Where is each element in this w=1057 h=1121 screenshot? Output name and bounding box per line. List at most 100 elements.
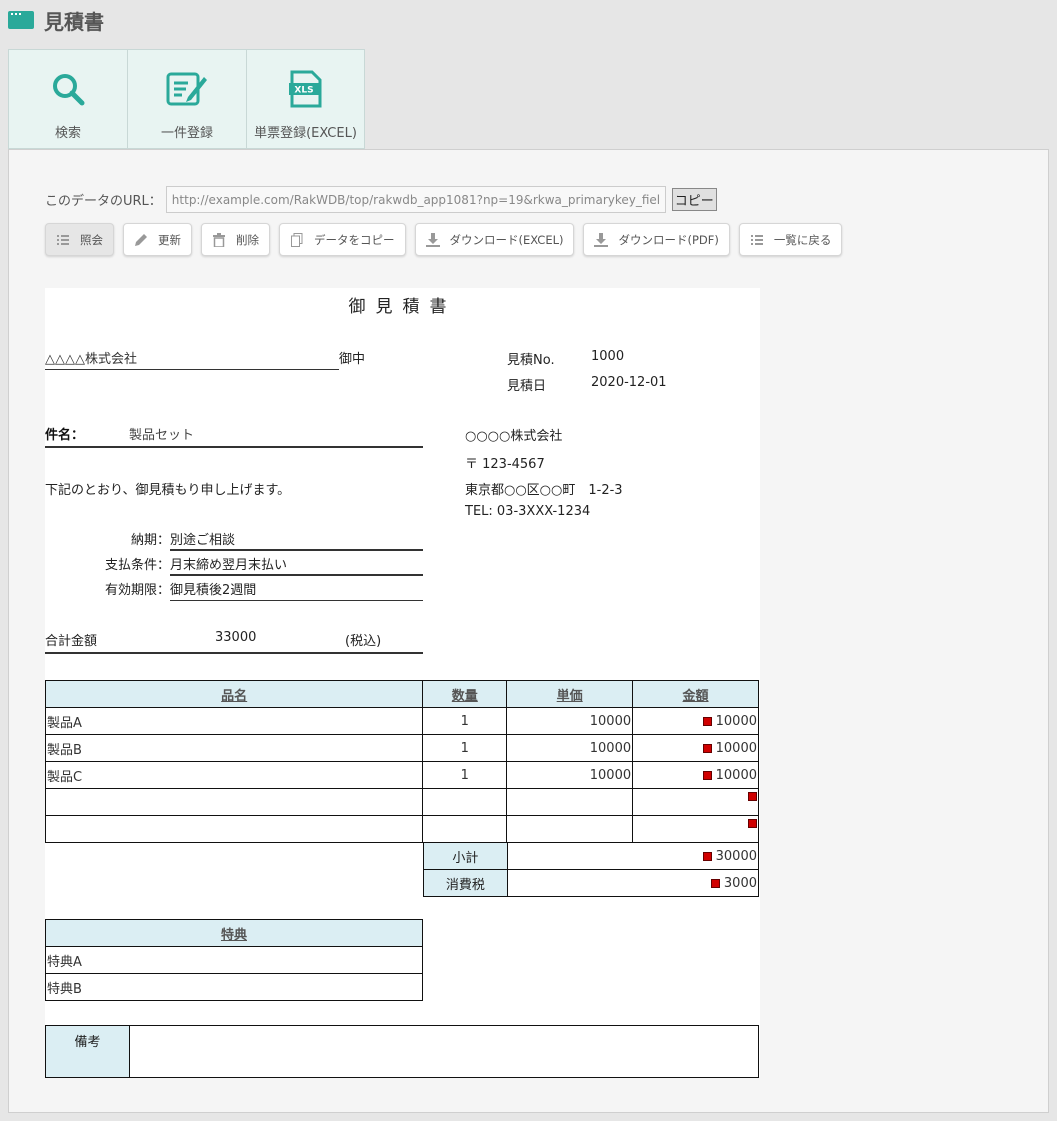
copy-url-button[interactable]: コピー — [671, 188, 717, 211]
item-amount: 10000 — [715, 767, 757, 783]
table-row — [44, 788, 759, 816]
subtotal-cell: 30000 — [506, 842, 760, 870]
trash-icon — [212, 232, 226, 247]
copy-data-button[interactable]: データをコピー — [279, 223, 406, 256]
url-row: このデータのURL： コピー — [45, 186, 717, 213]
intro-text: 下記のとおり、御見積もり申し上げます。 — [45, 483, 291, 498]
table-row: 製品B 1 10000 10000 — [44, 734, 759, 762]
button-label: 削除 — [236, 232, 259, 247]
table-header-row: 特典 — [45, 919, 423, 947]
item-amount-cell: 10000 — [632, 734, 759, 762]
subject-value: 製品セット — [129, 428, 195, 443]
subtotal-label: 小計 — [423, 842, 508, 870]
item-name: 製品C — [44, 761, 424, 789]
quote-no-label: 見積No. — [507, 353, 555, 368]
item-amount: 10000 — [715, 740, 757, 756]
item-qty: 1 — [422, 707, 508, 735]
total-row: 合計金額 33000 (税込) — [45, 630, 423, 654]
svg-text:XLS: XLS — [294, 86, 313, 96]
table-row: 製品A 1 10000 10000 — [44, 707, 759, 735]
bonus-item: 特典A — [45, 946, 423, 974]
remarks-row: 備考 — [45, 1025, 760, 1078]
url-label: このデータのURL： — [45, 194, 162, 209]
formula-marker-icon — [710, 878, 720, 888]
button-label: ダウンロード(EXCEL) — [449, 232, 564, 247]
download-pdf-button[interactable]: ダウンロード(PDF) — [583, 223, 730, 256]
update-button[interactable]: 更新 — [123, 223, 192, 256]
item-name: 製品A — [44, 707, 424, 735]
item-amount-cell: 10000 — [632, 707, 759, 735]
item-qty: 1 — [422, 734, 508, 762]
formula-marker-icon — [748, 819, 757, 828]
search-icon — [51, 70, 85, 108]
item-name: 製品B — [44, 734, 424, 762]
window-icon — [8, 11, 34, 29]
formula-marker-icon — [702, 770, 712, 780]
item-qty: 1 — [422, 761, 508, 789]
tax-label: 消費税 — [423, 869, 508, 897]
customer-name: △△△△株式会社 — [45, 348, 339, 370]
tab-label: 単票登録(EXCEL) — [254, 126, 357, 141]
formula-marker-icon — [748, 792, 757, 801]
term-label: 支払条件： — [104, 558, 170, 573]
item-price — [506, 788, 634, 816]
page-title: 見積書 — [44, 9, 104, 34]
url-field[interactable] — [165, 186, 666, 213]
quote-no: 1000 — [591, 349, 625, 364]
button-label: 一覧に戻る — [773, 232, 832, 247]
item-amount-cell: 10000 — [632, 761, 759, 789]
back-to-list-button[interactable]: 一覧に戻る — [738, 223, 843, 256]
table-row — [44, 815, 759, 843]
item-price: 10000 — [506, 761, 634, 789]
download-excel-button[interactable]: ダウンロード(EXCEL) — [414, 223, 575, 256]
xls-file-icon: XLS — [288, 70, 323, 108]
document-title: 御見積書 — [348, 297, 457, 317]
column-header: 金額 — [632, 680, 759, 708]
quote-date-label: 見積日 — [507, 379, 547, 394]
quote-date: 2020-12-01 — [591, 375, 667, 390]
term-value: 別途ご相談 — [170, 529, 423, 551]
total-note: (税込) — [345, 634, 382, 649]
item-price: 10000 — [506, 734, 634, 762]
tab-label: 一件登録 — [160, 126, 213, 141]
item-name — [44, 815, 424, 843]
remarks-label: 備考 — [45, 1025, 130, 1078]
tab-search[interactable]: 検索 — [8, 49, 127, 149]
column-header: 特典 — [45, 919, 423, 947]
remarks-table: 備考 — [45, 1025, 760, 1078]
term-label: 納期： — [130, 533, 170, 548]
button-label: ダウンロード(PDF) — [618, 232, 719, 247]
button-label: 更新 — [158, 232, 181, 247]
formula-marker-icon — [702, 716, 712, 726]
item-amount-cell — [632, 788, 759, 816]
total-value: 33000 — [215, 630, 257, 645]
table-row: 特典A — [45, 946, 423, 974]
subject-row: 件名： 製品セット — [45, 424, 423, 448]
term-value: 御見積後2週間 — [170, 579, 423, 601]
download-icon — [594, 232, 609, 247]
edit-document-icon — [166, 70, 208, 108]
issuer-company: ○○○○株式会社 — [465, 429, 563, 444]
pencil-icon — [134, 233, 148, 247]
content-panel: このデータのURL： コピー 照会 更新 削除 データをコピー ダウンロード(E… — [8, 149, 1049, 1113]
formula-marker-icon — [702, 743, 712, 753]
delete-button[interactable]: 削除 — [201, 223, 270, 256]
subtotal-value: 30000 — [715, 848, 757, 864]
action-toolbar: 照会 更新 削除 データをコピー ダウンロード(EXCEL) ダウンロード(PD… — [45, 223, 843, 256]
tab-register-one[interactable]: 一件登録 — [127, 49, 246, 149]
items-table: 品名 数量 単価 金額 製品A 1 10000 10000 製品B 1 1000… — [44, 680, 759, 843]
view-button[interactable]: 照会 — [45, 223, 114, 256]
term-value: 月末締め翌月末払い — [170, 554, 423, 576]
item-price: 10000 — [506, 707, 634, 735]
subject-label: 件名： — [45, 428, 85, 443]
formula-marker-icon — [702, 851, 712, 861]
item-qty — [422, 788, 508, 816]
column-header: 単価 — [506, 680, 634, 708]
tax-value: 3000 — [723, 875, 757, 891]
bonus-table: 特典 特典A 特典B — [45, 919, 423, 1001]
totals-table: 小計 30000 消費税 3000 — [423, 842, 760, 897]
issuer-address: 東京都○○区○○町 1-2-3 — [465, 483, 623, 498]
tab-register-excel[interactable]: XLS 単票登録(EXCEL) — [246, 49, 365, 149]
bonus-item: 特典B — [45, 973, 423, 1001]
item-amount-cell — [632, 815, 759, 843]
